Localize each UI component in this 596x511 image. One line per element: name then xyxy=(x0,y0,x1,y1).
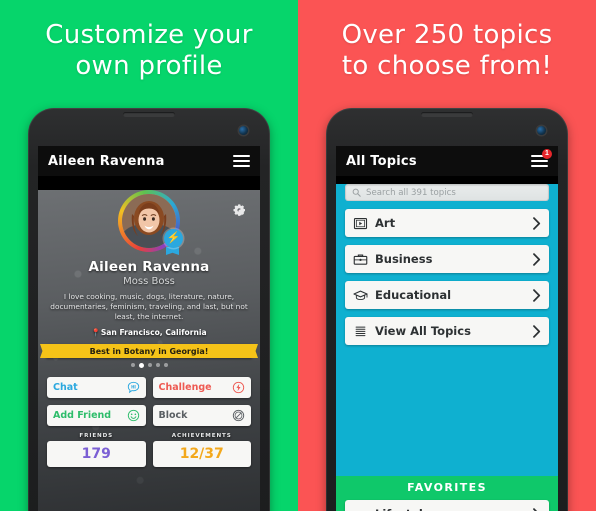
topics-appbar: All Topics 1 xyxy=(336,146,558,176)
favorites-title: FAVORITES xyxy=(407,481,487,494)
friends-stat-label: FRIENDS xyxy=(79,433,114,439)
map-pin-icon: 📍 xyxy=(91,328,101,337)
right-headline-line-2: to choose from! xyxy=(341,51,553,81)
carousel-dot-active[interactable] xyxy=(138,363,144,368)
carousel-dot[interactable] xyxy=(163,363,168,367)
appbar-title: All Topics xyxy=(346,153,417,169)
profile-bio: I love cooking, music, dogs, literature,… xyxy=(50,292,248,321)
challenge-button-label: Challenge xyxy=(158,382,212,393)
right-promo-panel: Over 250 topics to choose from! All Topi… xyxy=(298,0,596,511)
friends-stat-box[interactable]: 179 xyxy=(47,441,146,467)
sunglasses-icon xyxy=(353,507,368,511)
achievements-stat-label: ACHIEVEMENTS xyxy=(171,433,232,439)
smiley-face-icon xyxy=(127,409,139,422)
profile-body: ⚡ Aileen Ravenna Moss Boss I love cookin… xyxy=(38,190,260,511)
phone-speaker xyxy=(421,112,473,117)
carousel-dot[interactable] xyxy=(147,363,152,367)
achievements-stat[interactable]: ACHIEVEMENTS 12/37 xyxy=(152,433,251,467)
hamburger-icon[interactable]: 1 xyxy=(531,148,552,168)
topic-label: Art xyxy=(375,216,396,230)
friends-stat[interactable]: FRIENDS 179 xyxy=(47,433,146,467)
left-promo-panel: Customize your own profile Aileen Ravenn… xyxy=(0,0,298,511)
topic-label: Educational xyxy=(375,288,452,302)
right-headline-line-1: Over 250 topics xyxy=(341,20,553,50)
speech-bubble-hi-icon: HI xyxy=(127,381,139,394)
lightning-badge-icon: ⚡ xyxy=(164,229,183,248)
topic-row-business[interactable]: Business xyxy=(345,245,549,273)
topics-body: Search all 391 topics Art Business Educa… xyxy=(336,184,558,511)
avatar[interactable]: ⚡ xyxy=(118,190,183,255)
profile-title: Moss Boss xyxy=(123,276,175,287)
chevron-right-icon xyxy=(533,288,541,302)
profile-stats: FRIENDS 179 ACHIEVEMENTS 12/37 xyxy=(38,433,260,467)
add-friend-button[interactable]: Add Friend xyxy=(47,405,146,426)
phone-camera xyxy=(239,126,248,135)
profile-name: Aileen Ravenna xyxy=(88,259,210,275)
topic-row-view-all[interactable]: View All Topics xyxy=(345,317,549,345)
chat-button-label: Chat xyxy=(53,382,78,393)
block-button-label: Block xyxy=(158,410,188,421)
right-phone-mockup: All Topics 1 Search all 391 topics Art B… xyxy=(326,108,568,511)
hamburger-icon[interactable] xyxy=(233,154,250,168)
favorite-row-lifestyle[interactable]: Lifestyle xyxy=(345,500,549,511)
svg-text:HI: HI xyxy=(131,384,136,389)
achievements-stat-box[interactable]: 12/37 xyxy=(152,441,251,467)
left-headline: Customize your own profile xyxy=(0,20,298,82)
topic-label: Business xyxy=(375,252,433,266)
menu-notification-badge: 1 xyxy=(542,148,552,159)
favorites-list: Lifestyle xyxy=(336,494,558,511)
list-lines-icon xyxy=(355,326,366,336)
right-phone-screen: All Topics 1 Search all 391 topics Art B… xyxy=(336,146,558,511)
briefcase-icon xyxy=(353,253,368,265)
search-placeholder: Search all 391 topics xyxy=(366,187,456,198)
left-phone-mockup: Aileen Ravenna ⚡ Aileen Ravenna Moss Bos… xyxy=(28,108,270,511)
phone-camera xyxy=(537,126,546,135)
right-headline: Over 250 topics to choose from! xyxy=(298,20,596,82)
challenge-button[interactable]: Challenge xyxy=(152,377,251,398)
phone-speaker xyxy=(123,112,175,117)
promo-screenshot: Customize your own profile Aileen Ravenn… xyxy=(0,0,596,511)
profile-appbar: Aileen Ravenna xyxy=(38,146,260,176)
left-phone-screen: Aileen Ravenna ⚡ Aileen Ravenna Moss Bos… xyxy=(38,146,260,511)
chevron-right-icon xyxy=(533,216,541,230)
favorite-label: Lifestyle xyxy=(375,507,525,511)
achievements-stat-value: 12/37 xyxy=(179,446,224,462)
graduation-cap-icon xyxy=(353,290,368,300)
topics-list: Art Business Educational View All Topics xyxy=(336,201,558,345)
profile-location-text: San Francisco, California xyxy=(100,328,207,337)
chevron-right-icon xyxy=(533,252,541,266)
chat-button[interactable]: Chat HI xyxy=(47,377,146,398)
profile-action-buttons: Chat HI Challenge Add Friend Block xyxy=(38,368,260,426)
appbar-title: Aileen Ravenna xyxy=(48,153,165,169)
search-icon xyxy=(352,188,361,197)
left-headline-line-1: Customize your xyxy=(45,20,253,50)
badge-ribbon-tail xyxy=(166,247,179,255)
profile-location: 📍San Francisco, California xyxy=(38,328,260,337)
carousel-dot[interactable] xyxy=(155,363,160,367)
topic-row-art[interactable]: Art xyxy=(345,209,549,237)
lightning-bolt-icon xyxy=(232,381,245,394)
favorites-section: FAVORITES Lifestyle xyxy=(336,476,558,511)
picture-frame-icon xyxy=(353,217,368,229)
add-friend-button-label: Add Friend xyxy=(53,410,112,421)
chevron-right-icon xyxy=(533,324,541,338)
no-entry-icon xyxy=(232,409,245,422)
left-headline-line-2: own profile xyxy=(75,51,223,81)
friends-stat-value: 179 xyxy=(81,446,111,462)
carousel-dot[interactable] xyxy=(130,363,135,367)
gears-icon[interactable] xyxy=(232,204,248,218)
topic-label: View All Topics xyxy=(375,324,471,338)
topic-row-educational[interactable]: Educational xyxy=(345,281,549,309)
achievement-ribbon-text: Best in Botany in Georgia! xyxy=(89,346,209,356)
achievement-ribbon: Best in Botany in Georgia! xyxy=(46,344,252,358)
chevron-right-icon xyxy=(533,507,538,511)
search-input[interactable]: Search all 391 topics xyxy=(345,184,549,201)
block-button[interactable]: Block xyxy=(152,405,251,426)
